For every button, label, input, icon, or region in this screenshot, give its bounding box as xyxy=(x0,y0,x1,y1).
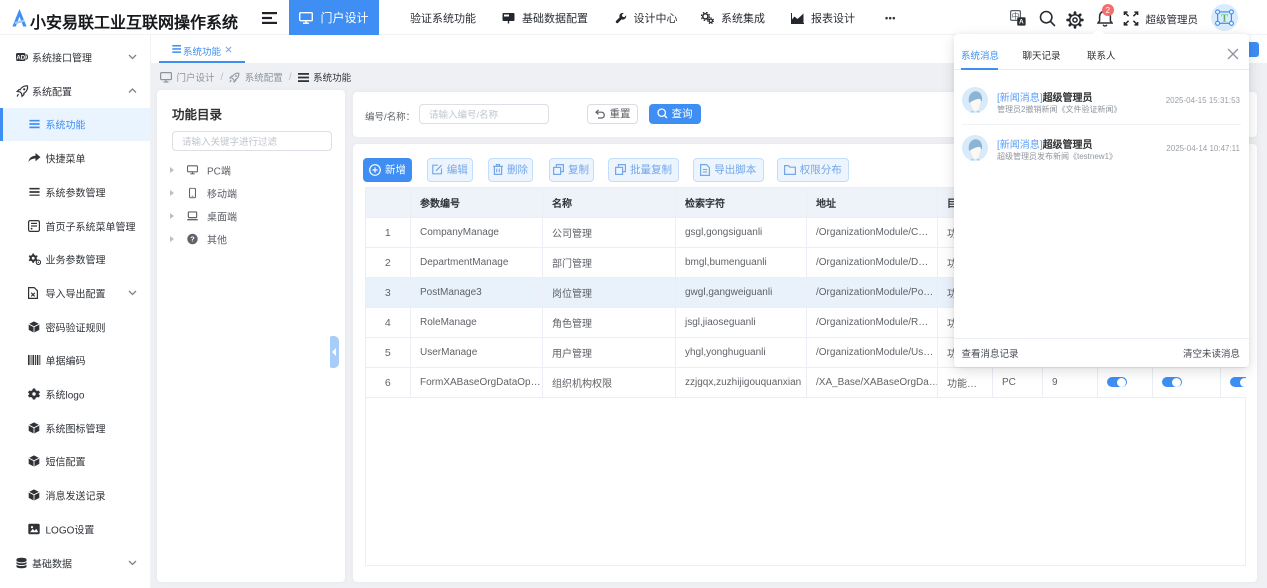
svg-text:T: T xyxy=(1221,13,1228,24)
svg-text:A: A xyxy=(1019,18,1024,25)
svg-text:AD: AD xyxy=(16,56,25,62)
svg-text:?: ? xyxy=(190,235,195,244)
